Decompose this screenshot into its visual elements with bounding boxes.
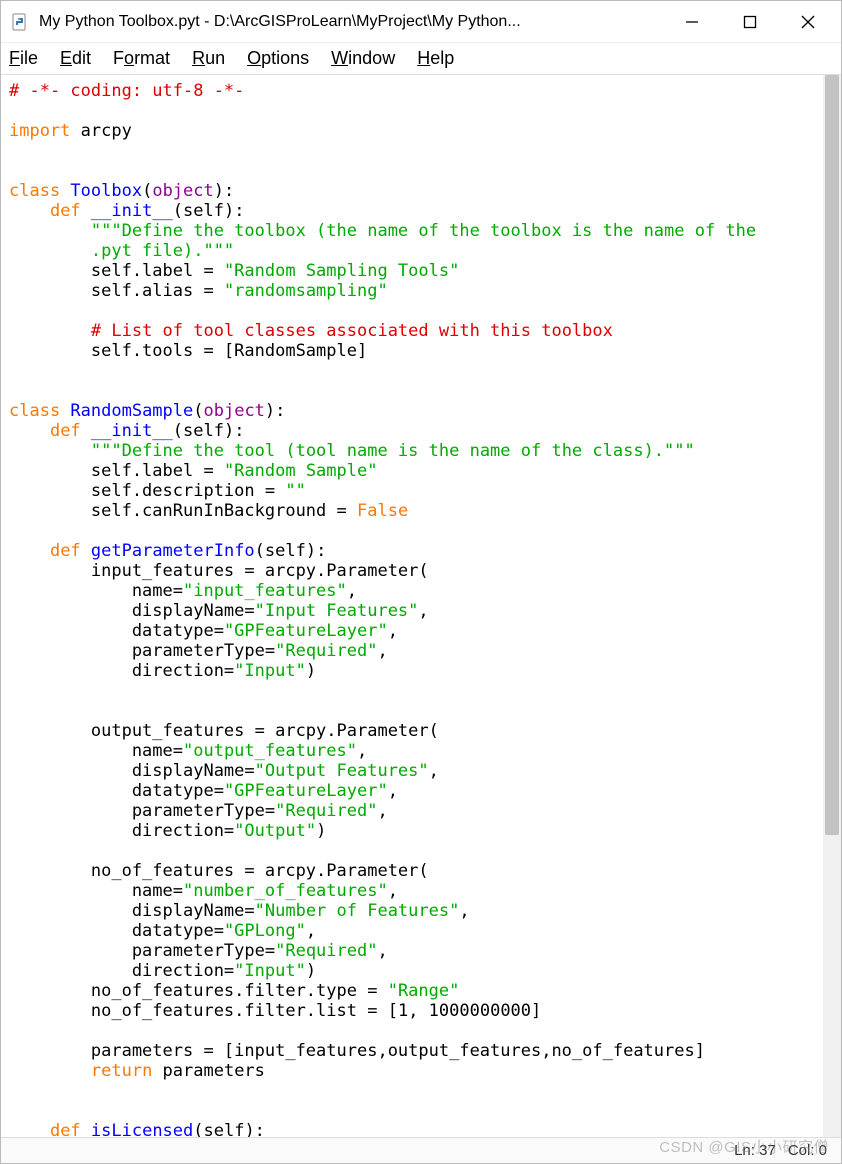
menu-help[interactable]: Help <box>417 48 454 69</box>
status-col: Col: 0 <box>788 1142 827 1159</box>
code-editor[interactable]: # -*- coding: utf-8 -*- import arcpy cla… <box>1 75 823 1137</box>
minimize-button[interactable] <box>663 1 721 43</box>
title-bar: My Python Toolbox.pyt - D:\ArcGISProLear… <box>1 1 841 43</box>
editor-area: # -*- coding: utf-8 -*- import arcpy cla… <box>1 75 841 1137</box>
close-button[interactable] <box>779 1 837 43</box>
vertical-scrollbar[interactable] <box>823 75 841 1137</box>
status-line: Ln: 37 <box>734 1142 776 1159</box>
scrollbar-thumb[interactable] <box>825 75 839 835</box>
idle-window: My Python Toolbox.pyt - D:\ArcGISProLear… <box>0 0 842 1164</box>
menu-format[interactable]: Format <box>113 48 170 69</box>
menu-edit[interactable]: Edit <box>60 48 91 69</box>
menu-bar: File Edit Format Run Options Window Help <box>1 43 841 75</box>
menu-run[interactable]: Run <box>192 48 225 69</box>
maximize-button[interactable] <box>721 1 779 43</box>
menu-options[interactable]: Options <box>247 48 309 69</box>
window-title: My Python Toolbox.pyt - D:\ArcGISProLear… <box>39 13 521 31</box>
menu-window[interactable]: Window <box>331 48 395 69</box>
status-bar: Ln: 37 Col: 0 <box>1 1137 841 1163</box>
python-file-icon <box>11 12 31 32</box>
menu-file[interactable]: File <box>9 48 38 69</box>
